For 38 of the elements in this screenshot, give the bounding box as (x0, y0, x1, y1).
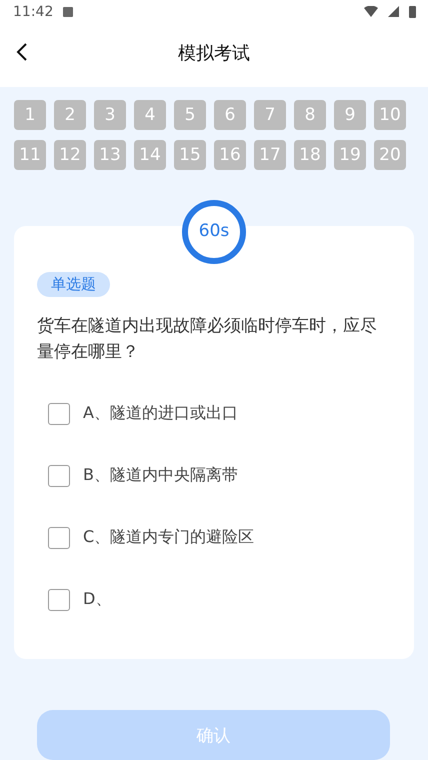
question-number[interactable]: 17 (254, 140, 286, 170)
question-number[interactable]: 14 (134, 140, 166, 170)
question-number[interactable]: 3 (94, 100, 126, 130)
option-label[interactable]: C、隧道内专门的避险区 (83, 527, 254, 548)
wifi-icon (364, 6, 378, 17)
question-text: 货车在隧道内出现故障必须临时停车时，应尽量停在哪里？ (37, 314, 378, 364)
question-number[interactable]: 4 (134, 100, 166, 130)
status-time: 11:42 (13, 4, 54, 20)
battery-icon (409, 6, 416, 18)
question-number[interactable]: 6 (214, 100, 246, 130)
question-number[interactable]: 5 (174, 100, 206, 130)
question-number[interactable]: 19 (334, 140, 366, 170)
signal-icon (388, 6, 399, 17)
question-number[interactable]: 10 (374, 100, 406, 130)
question-number[interactable]: 1 (14, 100, 46, 130)
question-type-tag: 单选题 (37, 272, 110, 297)
option-label[interactable]: A、隧道的进口或出口 (83, 403, 238, 424)
question-number[interactable]: 11 (14, 140, 46, 170)
option-label[interactable]: D、 (83, 589, 112, 610)
option-checkbox[interactable] (48, 402, 70, 425)
question-number[interactable]: 8 (294, 100, 326, 130)
question-number[interactable]: 2 (54, 100, 86, 130)
option-label[interactable]: B、隧道内中央隔离带 (83, 465, 238, 486)
back-icon[interactable] (16, 43, 28, 62)
option-checkbox[interactable] (48, 464, 70, 487)
question-number[interactable]: 16 (214, 140, 246, 170)
option-checkbox[interactable] (48, 588, 70, 611)
question-number[interactable]: 20 (374, 140, 406, 170)
timer-text: 60s (198, 220, 230, 241)
question-number[interactable]: 12 (54, 140, 86, 170)
question-number[interactable]: 9 (334, 100, 366, 130)
question-number[interactable]: 13 (94, 140, 126, 170)
question-number[interactable]: 15 (174, 140, 206, 170)
notification-icon (63, 6, 74, 16)
option-checkbox[interactable] (48, 526, 70, 549)
question-number[interactable]: 7 (254, 100, 286, 130)
question-number[interactable]: 18 (294, 140, 326, 170)
page-title: 模拟考试 (178, 42, 250, 66)
